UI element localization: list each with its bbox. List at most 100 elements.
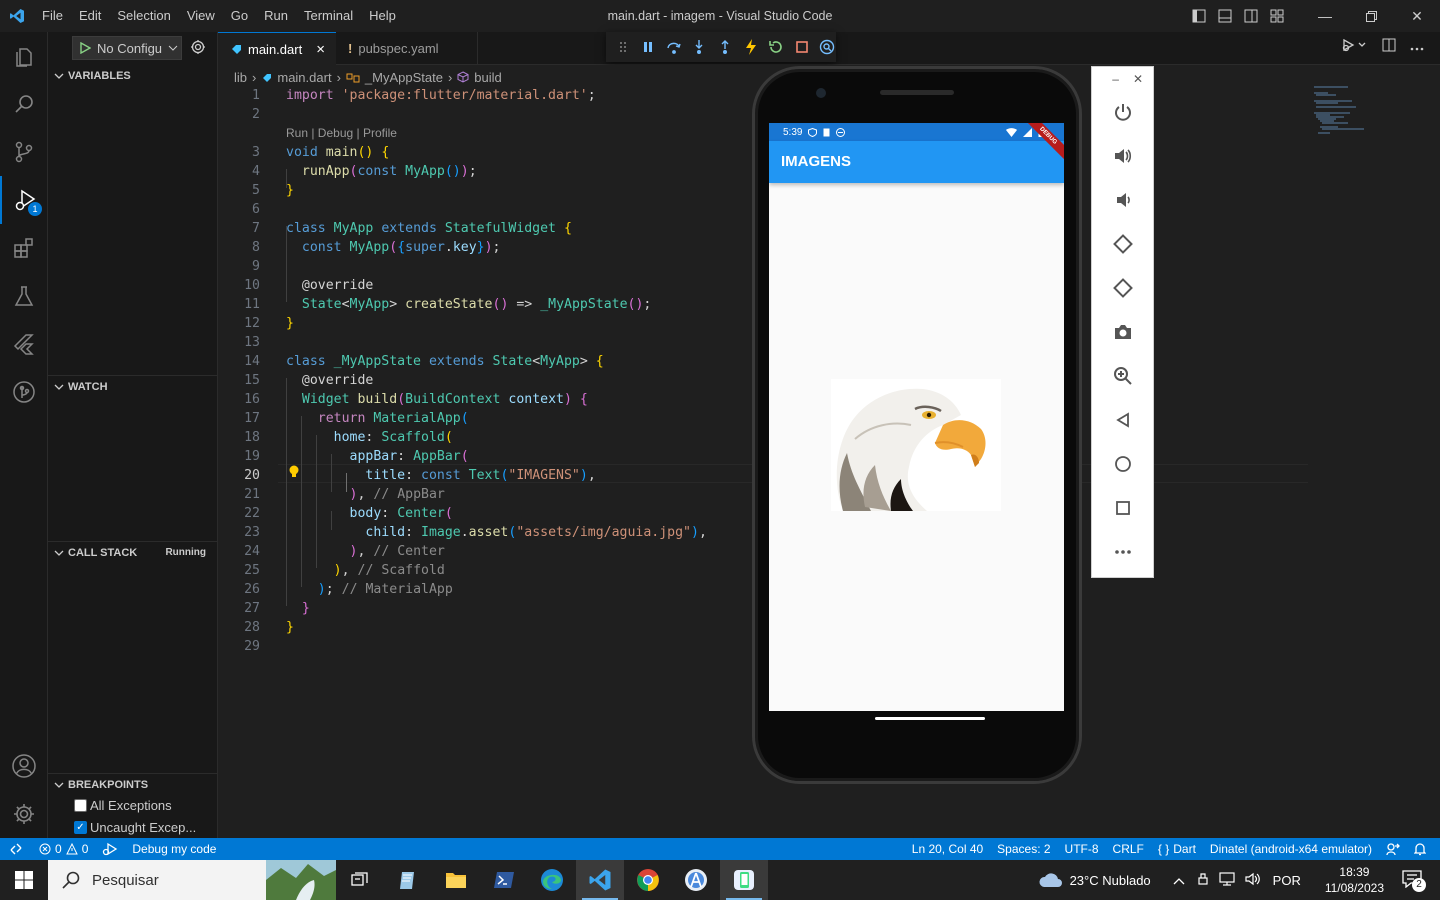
all-exceptions-checkbox[interactable] <box>74 798 87 812</box>
toggle-secondary-sidebar-icon[interactable] <box>1238 0 1264 32</box>
line-ending[interactable]: CRLF <box>1106 842 1151 856</box>
powershell-icon[interactable] <box>480 860 528 900</box>
more-options-icon[interactable] <box>1112 541 1134 563</box>
usb-device-icon[interactable] <box>1197 872 1209 889</box>
call-stack-section-header[interactable]: CALL STACK Running <box>48 541 218 563</box>
uncaught-exceptions-checkbox[interactable]: ✓ <box>74 820 87 834</box>
rotate-left-icon[interactable] <box>1112 233 1134 255</box>
taskbar-search[interactable]: Pesquisar <box>48 860 336 900</box>
toggle-primary-sidebar-icon[interactable] <box>1186 0 1212 32</box>
extensions-icon[interactable] <box>0 224 48 272</box>
customize-layout-icon[interactable] <box>1264 0 1290 32</box>
emulator-screen[interactable]: 5:39 IMAGENS DEBUG <box>769 123 1064 711</box>
breakpoint-uncaught-exceptions[interactable]: ✓ Uncaught Excep... <box>74 816 196 838</box>
explorer-icon[interactable] <box>0 32 48 80</box>
indentation[interactable]: Spaces: 2 <box>990 842 1057 856</box>
step-out-icon[interactable] <box>716 38 734 56</box>
menu-help[interactable]: Help <box>361 0 404 32</box>
cursor-position[interactable]: Ln 20, Col 40 <box>905 842 990 856</box>
notification-center-icon[interactable]: 2 <box>1402 869 1426 892</box>
menu-selection[interactable]: Selection <box>109 0 178 32</box>
pause-icon[interactable] <box>640 38 658 56</box>
accounts-icon[interactable] <box>0 742 48 790</box>
android-gesture-bar[interactable] <box>875 717 985 720</box>
git-graph-icon[interactable] <box>0 368 48 416</box>
emulator-minimize-button[interactable]: – <box>1112 72 1119 86</box>
emulator-close-button[interactable]: ✕ <box>1133 72 1143 86</box>
chrome-browser-icon[interactable] <box>624 860 672 900</box>
back-icon[interactable] <box>1112 409 1134 431</box>
more-actions-icon[interactable] <box>1410 39 1424 54</box>
android-studio-icon[interactable] <box>672 860 720 900</box>
task-view-icon[interactable] <box>336 860 384 900</box>
show-hidden-icons-chevron-icon[interactable] <box>1173 873 1185 888</box>
drag-handle-icon[interactable] <box>614 38 632 56</box>
close-window-button[interactable]: ✕ <box>1394 0 1440 32</box>
close-tab-icon[interactable]: × <box>316 41 325 58</box>
breakpoints-section-header[interactable]: BREAKPOINTS <box>48 773 218 795</box>
open-devtools-icon[interactable] <box>819 38 837 56</box>
flutter-device[interactable]: Dinatel (android-x64 emulator) <box>1203 842 1379 856</box>
source-control-icon[interactable] <box>0 128 48 176</box>
toggle-panel-icon[interactable] <box>1212 0 1238 32</box>
vscode-taskbar-icon[interactable] <box>576 860 624 900</box>
menu-edit[interactable]: Edit <box>71 0 109 32</box>
notepad-app-icon[interactable] <box>384 860 432 900</box>
tab-main-dart[interactable]: main.dart × <box>218 32 336 65</box>
remote-indicator-icon[interactable] <box>0 843 32 855</box>
restore-button[interactable] <box>1348 0 1394 32</box>
run-debug-profile-codelens[interactable]: Run | Debug | Profile <box>286 124 397 143</box>
debug-mode-label[interactable]: Debug my code <box>125 842 223 856</box>
debug-target-icon[interactable] <box>95 842 125 856</box>
watch-section-header[interactable]: WATCH <box>48 375 218 397</box>
run-and-debug-icon[interactable]: 1 <box>0 176 48 224</box>
problems-indicator[interactable]: 0 0 <box>32 842 95 856</box>
debug-config-dropdown[interactable]: No Configu <box>72 36 182 60</box>
home-icon[interactable] <box>1112 453 1134 475</box>
stop-icon[interactable] <box>793 38 811 56</box>
restart-icon[interactable] <box>767 38 785 56</box>
menu-file[interactable]: File <box>34 0 71 32</box>
volume-up-icon[interactable] <box>1112 145 1134 167</box>
menu-terminal[interactable]: Terminal <box>296 0 361 32</box>
breadcrumb-class[interactable]: _MyAppState <box>365 70 443 85</box>
edge-browser-icon[interactable] <box>528 860 576 900</box>
notifications-bell-icon[interactable] <box>1407 842 1440 856</box>
volume-down-icon[interactable] <box>1112 189 1134 211</box>
clock[interactable]: 18:39 11/08/2023 <box>1325 864 1384 896</box>
manage-gear-icon[interactable] <box>0 790 48 838</box>
file-explorer-icon[interactable] <box>432 860 480 900</box>
emulator-taskbar-icon[interactable] <box>720 860 768 900</box>
search-icon[interactable] <box>0 80 48 128</box>
step-over-icon[interactable] <box>665 38 683 56</box>
minimap[interactable] <box>1308 75 1368 145</box>
breadcrumb-lib[interactable]: lib <box>234 70 247 85</box>
step-into-icon[interactable] <box>691 38 709 56</box>
menu-run[interactable]: Run <box>256 0 296 32</box>
language-mode[interactable]: { } Dart <box>1151 842 1203 856</box>
testing-icon[interactable] <box>0 272 48 320</box>
weather-text[interactable]: 23°C Nublado <box>1070 873 1151 888</box>
start-debugging-icon[interactable] <box>79 42 91 54</box>
minimize-button[interactable]: — <box>1302 0 1348 32</box>
menu-view[interactable]: View <box>179 0 223 32</box>
zoom-icon[interactable] <box>1112 365 1134 387</box>
menu-go[interactable]: Go <box>223 0 256 32</box>
hot-reload-icon[interactable] <box>742 38 760 56</box>
split-editor-icon[interactable] <box>1382 38 1396 55</box>
speaker-volume-icon[interactable] <box>1245 872 1261 889</box>
power-icon[interactable] <box>1112 101 1134 123</box>
live-share-icon[interactable] <box>1379 842 1407 856</box>
debug-settings-gear-icon[interactable] <box>190 39 206 58</box>
rotate-right-icon[interactable] <box>1112 277 1134 299</box>
network-icon[interactable] <box>1219 871 1235 889</box>
screenshot-camera-icon[interactable] <box>1112 321 1134 343</box>
file-encoding[interactable]: UTF-8 <box>1058 842 1106 856</box>
input-language[interactable]: POR <box>1273 873 1301 888</box>
breadcrumb-method[interactable]: build <box>474 70 501 85</box>
breadcrumb-file[interactable]: main.dart <box>277 70 331 85</box>
tab-pubspec-yaml[interactable]: ! pubspec.yaml <box>336 32 478 65</box>
windows-start-icon[interactable] <box>0 860 48 900</box>
flutter-icon[interactable] <box>0 320 48 368</box>
run-debug-dropdown-icon[interactable] <box>1342 38 1368 55</box>
